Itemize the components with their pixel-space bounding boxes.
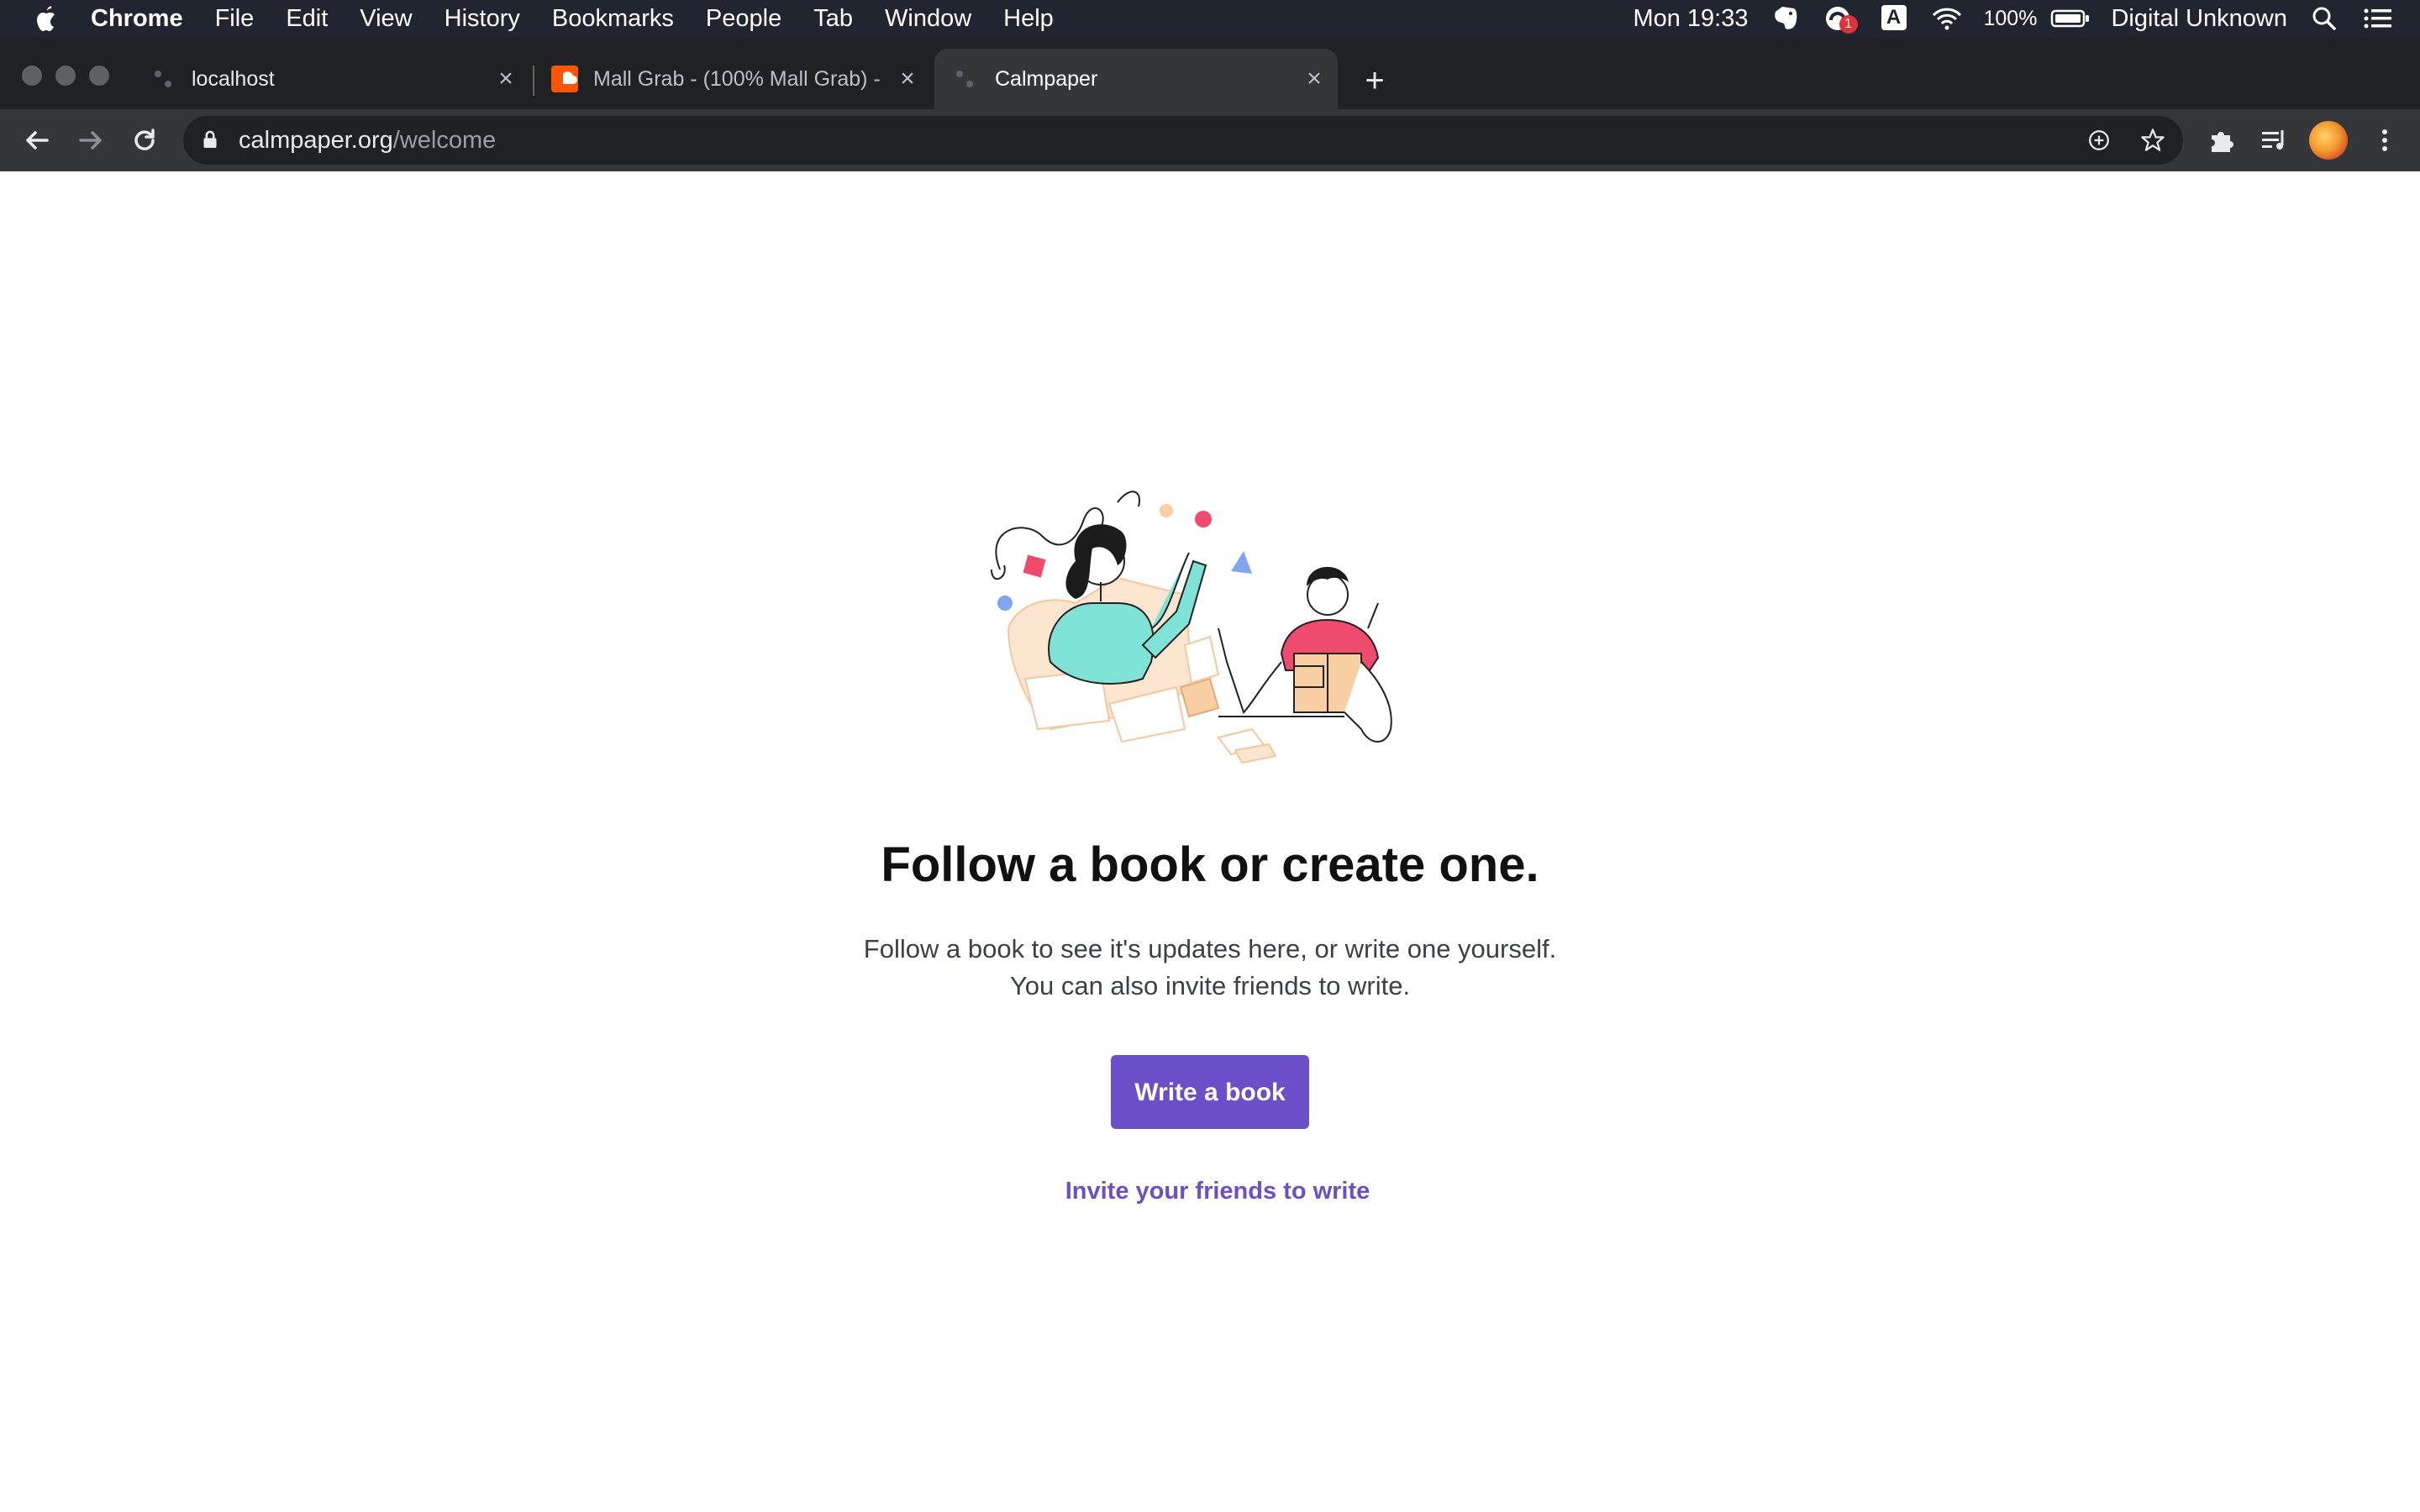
forward-arrow-icon[interactable] <box>74 123 108 157</box>
tab-separator <box>533 66 534 96</box>
battery-percentage: 100% <box>1983 6 2038 30</box>
menu-view[interactable]: View <box>360 5 412 33</box>
url-host: calmpaper.org <box>239 127 393 154</box>
back-arrow-icon[interactable] <box>20 123 54 157</box>
menu-edit[interactable]: Edit <box>286 5 328 33</box>
loading-dots-icon <box>155 71 171 87</box>
bookmark-star-icon[interactable] <box>2138 125 2168 155</box>
subtitle-line-2: You can also invite friends to write. <box>1009 971 1411 1000</box>
menu-app-chrome[interactable]: Chrome <box>91 5 183 33</box>
window-minimize-button[interactable] <box>55 66 76 86</box>
invite-friends-link[interactable]: Invite your friends to write <box>0 1178 2420 1205</box>
new-tab-button[interactable]: + <box>1358 64 1392 97</box>
tab-close-icon[interactable]: × <box>1302 66 1326 92</box>
wifi-icon[interactable] <box>1930 3 1964 34</box>
tab-title: Mall Grab - (100% Mall Grab) - <box>593 67 881 91</box>
tab-mall-grab[interactable]: Mall Grab - (100% Mall Grab) - × <box>536 49 931 109</box>
extensions-puzzle-icon[interactable] <box>2205 123 2238 157</box>
clock[interactable]: Mon 19:33 <box>1633 5 1748 33</box>
tab-title: localhost <box>192 67 275 91</box>
lock-icon[interactable] <box>202 129 218 150</box>
tab-title: Calmpaper <box>995 67 1098 91</box>
address-bar[interactable]: calmpaper.org/welcome <box>183 116 2183 165</box>
notification-icon[interactable]: 1 <box>1823 3 1858 34</box>
page-heading: Follow a book or create one. <box>881 837 1539 892</box>
more-vertical-icon[interactable] <box>2368 123 2402 157</box>
tab-close-icon[interactable]: × <box>896 66 919 92</box>
tab-calmpaper[interactable]: Calmpaper × <box>934 49 1338 109</box>
tab-localhost[interactable]: localhost × <box>134 49 529 109</box>
battery-icon[interactable] <box>2050 3 2091 34</box>
menu-people[interactable]: People <box>706 5 781 33</box>
menu-tab[interactable]: Tab <box>813 5 853 33</box>
url-path: /welcome <box>392 127 497 154</box>
input-source-icon[interactable]: A <box>1876 3 1910 34</box>
browser-toolbar: calmpaper.org/welcome <box>0 109 2420 171</box>
reload-icon[interactable] <box>128 123 161 157</box>
soundcloud-icon <box>551 66 578 92</box>
evernote-icon[interactable] <box>1769 3 1802 34</box>
user-name[interactable]: Digital Unknown <box>2111 5 2287 33</box>
input-source-label: A <box>1881 5 1907 30</box>
install-app-icon[interactable] <box>2084 125 2114 155</box>
profile-avatar[interactable] <box>2309 121 2348 160</box>
window-close-button[interactable] <box>22 66 42 86</box>
notification-badge: 1 <box>1839 15 1858 34</box>
tab-close-icon[interactable]: × <box>494 66 518 92</box>
menu-file[interactable]: File <box>215 5 255 33</box>
write-a-book-button[interactable]: Write a book <box>1111 1055 1309 1129</box>
page-content: Follow a book or create one. Follow a bo… <box>0 171 2420 1512</box>
menu-window[interactable]: Window <box>885 5 971 33</box>
url-text[interactable]: calmpaper.org/welcome <box>239 116 496 165</box>
window-zoom-button[interactable] <box>89 66 109 86</box>
browser-tab-strip: localhost × Mall Grab - (100% Mall Grab)… <box>0 37 2420 109</box>
control-center-list-icon[interactable] <box>2361 3 2395 34</box>
spotlight-search-icon[interactable] <box>2307 3 2341 34</box>
menu-help[interactable]: Help <box>1003 5 1054 33</box>
macos-menu-bar: Chrome File Edit View History Bookmarks … <box>0 0 2420 37</box>
loading-dots-icon <box>956 71 973 87</box>
menu-bookmarks[interactable]: Bookmarks <box>552 5 674 33</box>
page-subtitle: Follow a book to see it's updates here, … <box>0 931 2420 1005</box>
media-queue-icon[interactable] <box>2257 123 2291 157</box>
menu-history[interactable]: History <box>445 5 520 33</box>
subtitle-line-1: Follow a book to see it's updates here, … <box>863 934 1557 963</box>
apple-logo-icon[interactable] <box>32 3 60 34</box>
welcome-illustration <box>991 491 1392 764</box>
